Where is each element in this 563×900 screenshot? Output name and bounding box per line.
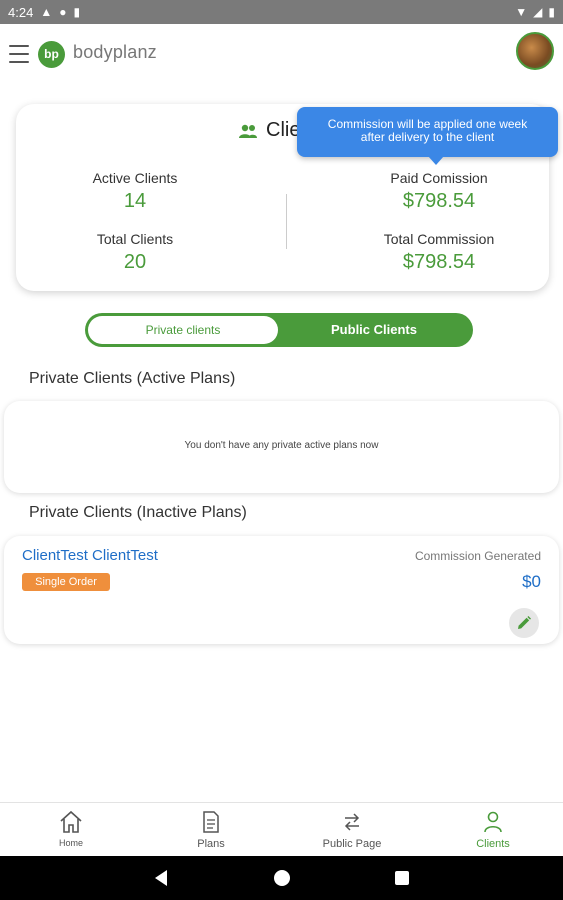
wifi-icon: ▼	[515, 5, 528, 19]
avatar[interactable]	[516, 32, 554, 70]
people-icon	[239, 124, 257, 138]
battery-icon: ▮	[548, 5, 555, 19]
edit-button[interactable]	[509, 608, 539, 638]
commission-generated-value: $0	[522, 572, 541, 591]
logo-icon: bp	[38, 41, 65, 68]
nav-public-page[interactable]: Public Page	[297, 811, 407, 850]
status-time: 4:24	[8, 4, 34, 20]
status-bar: 4:24 ▲ ● ▮ ▼ ◢ ▮	[0, 0, 563, 24]
commission-generated-label: Commission Generated	[414, 549, 541, 563]
commission-tooltip: Commission will be applied one week afte…	[297, 107, 558, 165]
nav-clients[interactable]: Clients	[438, 811, 548, 850]
sd-card-icon: ▮	[73, 5, 81, 19]
app-notification-icon: ●	[59, 5, 67, 19]
bottom-nav: Home Plans Public Page Clients	[0, 802, 563, 856]
active-clients-value: 14	[123, 190, 147, 212]
document-icon	[203, 811, 219, 833]
home-circle-icon[interactable]	[274, 870, 290, 886]
card-title: Clie	[238, 119, 300, 142]
active-clients-stat: Active Clients 14	[75, 170, 195, 213]
public-clients-tab[interactable]: Public Clients	[278, 316, 470, 344]
active-plans-title: Private Clients (Active Plans)	[29, 370, 236, 387]
stat-divider	[286, 194, 287, 249]
back-icon[interactable]	[155, 870, 167, 886]
total-commission-value: $798.54	[402, 251, 476, 273]
total-commission-stat: Total Commission $798.54	[359, 231, 519, 274]
paid-commission-value: $798.54	[402, 190, 476, 212]
active-clients-label: Active Clients	[92, 170, 178, 186]
nav-plans-label: Plans	[197, 838, 225, 850]
total-commission-label: Total Commission	[383, 231, 495, 247]
tooltip-arrow	[428, 156, 444, 165]
status-left: 4:24 ▲ ● ▮	[8, 4, 80, 20]
nav-home[interactable]: Home	[16, 810, 126, 848]
tooltip-line-2: after delivery to the client	[360, 130, 495, 144]
warning-icon: ▲	[40, 5, 53, 19]
person-icon	[484, 811, 502, 833]
nav-plans[interactable]: Plans	[156, 811, 266, 850]
swap-arrows-icon	[344, 813, 360, 831]
client-type-toggle: Private clients Public Clients	[85, 313, 473, 347]
home-icon	[60, 810, 82, 833]
signal-icon: ◢	[533, 5, 543, 19]
private-clients-tab[interactable]: Private clients	[88, 316, 278, 344]
nav-clients-label: Clients	[476, 838, 510, 850]
inactive-plans-title: Private Clients (Inactive Plans)	[29, 504, 247, 521]
pencil-icon	[518, 616, 531, 629]
total-clients-value: 20	[123, 251, 147, 273]
paid-commission-label: Paid Comission	[390, 170, 488, 186]
client-name-link[interactable]: ClientTest ClientTest	[22, 547, 158, 564]
nav-public-page-label: Public Page	[322, 838, 382, 850]
active-plans-card: You don't have any private active plans …	[4, 401, 559, 493]
total-clients-stat: Total Clients 20	[75, 231, 195, 274]
client-card[interactable]: ClientTest ClientTest Single Order Commi…	[4, 536, 559, 644]
total-clients-label: Total Clients	[96, 231, 174, 247]
status-right: ▼ ◢ ▮	[515, 4, 555, 20]
card-title-text: Clie	[266, 119, 301, 141]
empty-state-text: You don't have any private active plans …	[184, 440, 379, 451]
recents-icon[interactable]	[395, 871, 409, 885]
paid-commission-stat: Paid Comission $798.54	[359, 170, 519, 213]
app-bar: bp bodyplanz	[0, 24, 563, 84]
system-nav-bar	[0, 856, 563, 900]
brand-name: bodyplanz	[73, 42, 157, 62]
nav-home-label: Home	[58, 838, 83, 848]
order-type-badge: Single Order	[22, 573, 110, 591]
menu-icon[interactable]	[9, 45, 29, 63]
